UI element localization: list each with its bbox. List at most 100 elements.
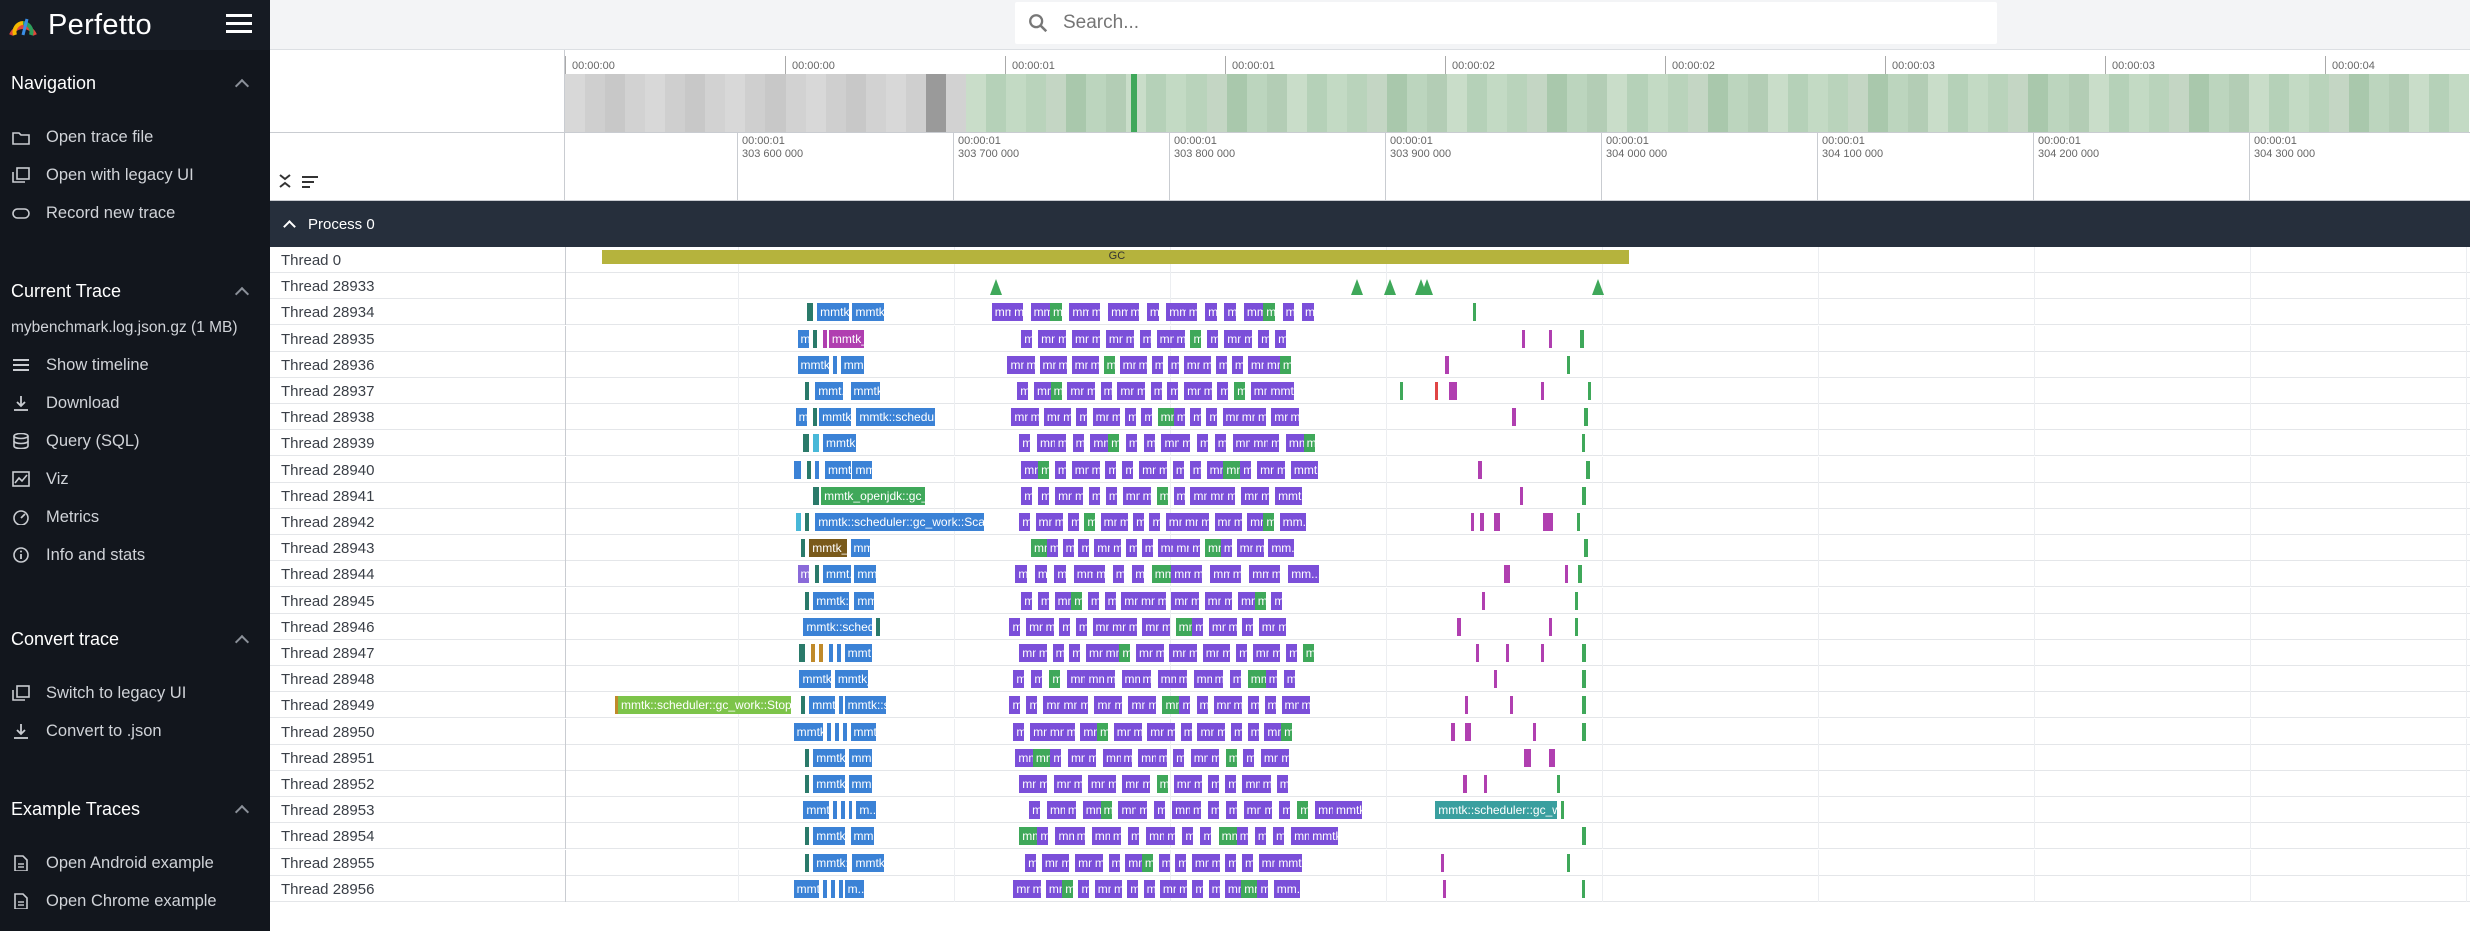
trace-slice[interactable]: [1464, 696, 1468, 715]
trace-slice[interactable]: m: [1225, 853, 1237, 872]
trace-slice[interactable]: m: [1125, 408, 1137, 427]
trace-slice[interactable]: m: [1230, 722, 1242, 741]
chevron-up-icon[interactable]: [234, 286, 250, 302]
trace-slice[interactable]: m: [1072, 434, 1084, 453]
trace-slice[interactable]: m: [1139, 329, 1151, 348]
trace-slice[interactable]: m: [1088, 460, 1100, 479]
trace-slice[interactable]: GC: [602, 250, 1629, 264]
trace-slice[interactable]: m: [1111, 696, 1123, 715]
trace-slice[interactable]: m: [1087, 591, 1099, 610]
trace-slice[interactable]: m: [1097, 722, 1109, 741]
trace-slice[interactable]: m: [1143, 434, 1155, 453]
trace-slice[interactable]: m: [1208, 853, 1220, 872]
thread-track[interactable]: Thread 0 GC: [270, 247, 2470, 273]
trace-slice[interactable]: [1541, 382, 1545, 400]
trace-slice[interactable]: [1586, 460, 1591, 479]
trace-slice[interactable]: m: [1009, 696, 1021, 715]
trace-slice[interactable]: m: [1075, 617, 1087, 636]
trace-slice[interactable]: m: [1071, 591, 1083, 610]
trace-slice[interactable]: m: [1060, 408, 1072, 427]
overview-density-bar[interactable]: [565, 74, 2470, 132]
trace-slice[interactable]: m: [1230, 513, 1242, 531]
trace-slice[interactable]: m: [1051, 513, 1063, 531]
trace-slice[interactable]: [848, 801, 853, 820]
trace-slice[interactable]: m: [1011, 303, 1023, 322]
trace-slice[interactable]: m: [1190, 775, 1202, 793]
trace-slice[interactable]: m: [1242, 617, 1254, 636]
trace-slice[interactable]: [1582, 644, 1587, 662]
instant-event-marker[interactable]: [1592, 279, 1605, 296]
sidebar-item-open-trace-file[interactable]: Open trace file: [11, 118, 258, 156]
trace-slice[interactable]: m: [1167, 355, 1179, 374]
trace-slice[interactable]: m...: [856, 801, 876, 820]
trace-slice[interactable]: m: [1085, 748, 1097, 767]
sidebar-item-record-new-trace[interactable]: Record new trace: [11, 194, 258, 232]
trace-slice[interactable]: m: [1136, 801, 1148, 820]
trace-slice[interactable]: m: [1255, 408, 1267, 427]
trace-slice[interactable]: m: [1241, 853, 1253, 872]
trace-slice[interactable]: m: [1265, 670, 1277, 689]
trace-slice[interactable]: m: [1141, 853, 1153, 872]
trace-slice[interactable]: m: [1108, 408, 1120, 427]
trace-slice[interactable]: m: [1078, 539, 1090, 558]
trace-slice[interactable]: m: [1063, 722, 1075, 741]
trace-slice[interactable]: m: [1021, 329, 1033, 348]
sidebar-item-open-with-legacy-ui[interactable]: Open with legacy UI: [11, 156, 258, 194]
trace-slice[interactable]: m: [1150, 382, 1162, 400]
trace-slice[interactable]: m: [1069, 644, 1081, 662]
trace-slice[interactable]: m: [1264, 696, 1276, 715]
trace-slice[interactable]: m: [1208, 775, 1220, 793]
sidebar-item-open-android-example[interactable]: Open Android example: [11, 844, 258, 882]
trace-slice[interactable]: m: [1062, 539, 1074, 558]
trace-slice[interactable]: mmtk...: [1267, 382, 1295, 400]
thread-track-area[interactable]: mmt...m...mmtk::plan...mmm...mmmm...mmmm…: [565, 875, 2470, 902]
trace-slice[interactable]: mm...: [850, 827, 875, 846]
trace-slice[interactable]: [805, 591, 810, 610]
trace-slice[interactable]: [793, 460, 802, 479]
trace-slice[interactable]: mmtk::plan...: [1290, 460, 1318, 479]
trace-slice[interactable]: m: [1076, 408, 1088, 427]
trace-slice[interactable]: [807, 303, 814, 322]
trace-slice[interactable]: m: [1198, 513, 1210, 531]
trace-slice[interactable]: m: [1111, 879, 1123, 898]
trace-slice[interactable]: mm...: [848, 775, 873, 793]
trace-slice[interactable]: m: [1214, 722, 1226, 741]
thread-track-area[interactable]: mmtk::scheduler::gc_work::StopMutator...…: [565, 692, 2470, 719]
trace-slice[interactable]: m: [1132, 565, 1144, 584]
trace-slice[interactable]: [832, 801, 837, 820]
trace-slice[interactable]: [813, 329, 818, 348]
trace-slice[interactable]: [1582, 879, 1586, 898]
trace-slice[interactable]: m: [1088, 329, 1100, 348]
sidebar-section-header[interactable]: Convert trace: [11, 620, 258, 658]
trace-slice[interactable]: [838, 879, 843, 898]
trace-slice[interactable]: [1582, 670, 1587, 689]
trace-slice[interactable]: m: [1220, 539, 1232, 558]
trace-slice[interactable]: m: [1105, 775, 1117, 793]
trace-slice[interactable]: m: [1116, 513, 1128, 531]
thread-track-area[interactable]: mmtk:...mmtk...mmmtk::plan...mmm...mmmm.…: [565, 849, 2470, 876]
thread-track-area[interactable]: mmtk_o...mm...mm...mmmmmm...mmmmm...mmtk…: [565, 535, 2470, 562]
trace-slice[interactable]: m: [1139, 775, 1151, 793]
trace-slice[interactable]: m: [1154, 591, 1166, 610]
trace-slice[interactable]: m: [1182, 827, 1194, 846]
trace-slice[interactable]: [838, 696, 843, 715]
trace-slice[interactable]: m: [1084, 513, 1096, 531]
trace-slice[interactable]: [1494, 670, 1498, 689]
trace-slice[interactable]: m: [1254, 827, 1266, 846]
trace-slice[interactable]: m: [1268, 434, 1280, 453]
trace-slice[interactable]: m: [1046, 539, 1058, 558]
trace-slice[interactable]: m: [1029, 879, 1041, 898]
trace-slice[interactable]: m: [1019, 513, 1031, 531]
trace-slice[interactable]: m: [1036, 775, 1048, 793]
sidebar-section-header[interactable]: Current Trace: [11, 272, 258, 310]
trace-slice[interactable]: [1521, 329, 1525, 348]
trace-slice[interactable]: m: [1163, 722, 1175, 741]
trace-slice[interactable]: m: [1281, 722, 1293, 741]
trace-slice[interactable]: m: [1122, 329, 1134, 348]
trace-slice[interactable]: m: [1127, 827, 1139, 846]
thread-track[interactable]: Thread 28940mmt...mm...mm...mmmm...mmmmm…: [270, 456, 2470, 483]
trace-slice[interactable]: mmtk...: [1332, 801, 1362, 820]
thread-track[interactable]: Thread 28954mmtk:...mm...mm...mmmtk::pla…: [270, 823, 2470, 850]
trace-slice[interactable]: m: [1241, 329, 1253, 348]
chevron-up-icon[interactable]: [234, 804, 250, 820]
